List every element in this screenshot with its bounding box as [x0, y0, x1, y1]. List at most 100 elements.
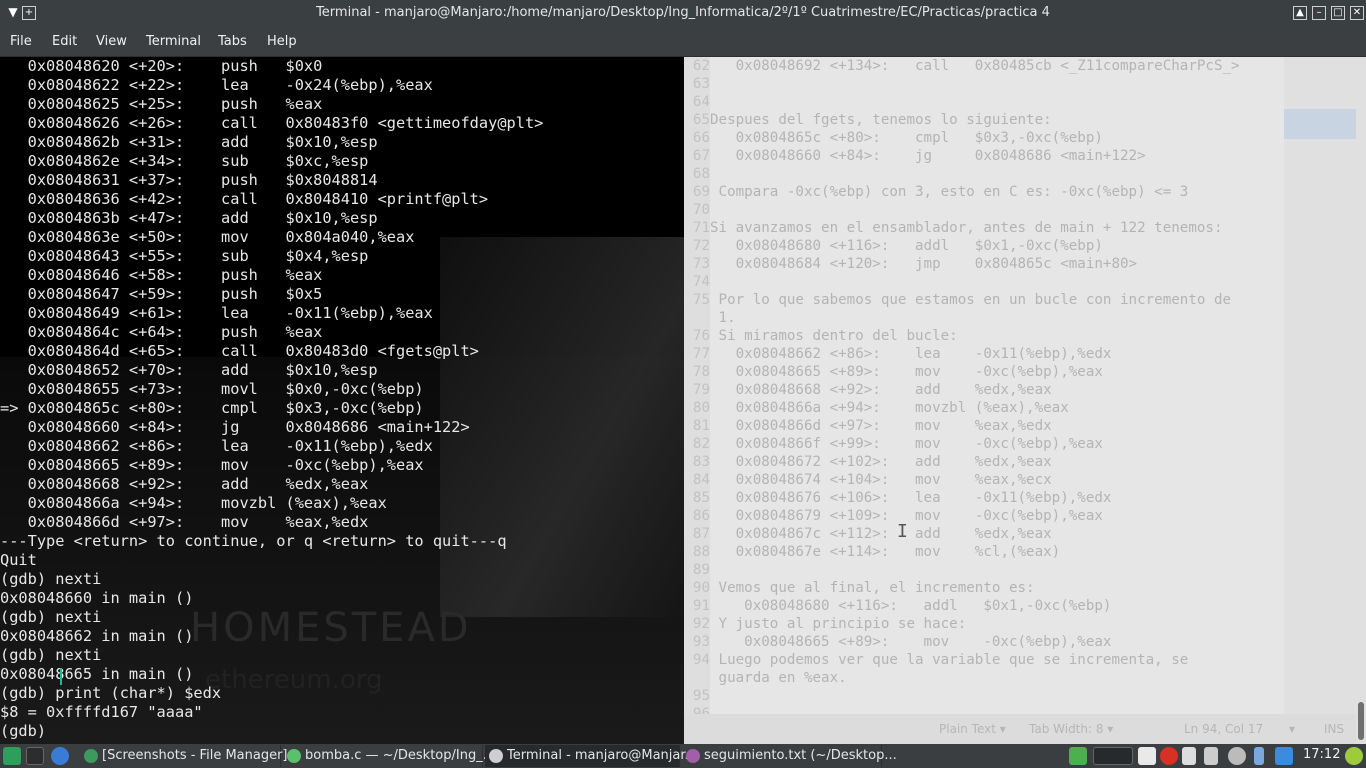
editor-line: 95	[684, 687, 1284, 705]
line-number: 93	[692, 634, 710, 650]
menu-file[interactable]: File	[10, 34, 32, 49]
line-number: 71	[692, 220, 710, 236]
window-title: Terminal - manjaro@Manjaro:/home/manjaro…	[316, 5, 1050, 20]
task-terminal[interactable]: Terminal - manjaro@Manjar...	[485, 745, 697, 767]
terminal-line: 0x08048625 <+25>: push %eax	[0, 95, 323, 113]
wallpaper-text: HOMESTEAD	[190, 605, 472, 651]
terminal-launcher-icon[interactable]	[26, 747, 44, 765]
terminal-line: 0x0804863e <+50>: mov 0x804a040,%eax	[0, 228, 415, 246]
manjaro-menu-icon[interactable]	[3, 747, 21, 765]
editor-line: 90 Vemos que al final, el incremento es:	[684, 579, 1284, 597]
task-label: seguimiento.txt (~/Desktop...	[704, 748, 897, 763]
line-text: 0x08048674 <+104>: mov %eax,%ecx	[710, 472, 1052, 488]
tray-settings-icon[interactable]	[1228, 747, 1246, 765]
close-icon[interactable]: ✕	[1350, 6, 1364, 20]
menu-terminal[interactable]: Terminal	[146, 34, 201, 49]
editor-line: 86 0x08048679 <+109>: mov -0xc(%ebp),%ea…	[684, 507, 1284, 525]
terminal-line: 0x08048646 <+58>: push %eax	[0, 266, 323, 284]
line-text: Y justo al principio se hace:	[710, 616, 967, 632]
terminal-line: 0x0804864c <+64>: push %eax	[0, 323, 323, 341]
editor-line: 66 0x0804865c <+80>: cmpl $0x3,-0xc(%ebp…	[684, 129, 1284, 147]
line-number: 68	[692, 166, 710, 182]
menu-view[interactable]: View	[96, 34, 127, 49]
tray-clipboard-icon[interactable]	[1138, 747, 1156, 765]
terminal-cursor	[60, 668, 62, 685]
minimize-icon[interactable]: –	[1312, 6, 1326, 20]
tray-folder-icon[interactable]	[1069, 747, 1087, 765]
line-text: 0x08048660 <+84>: jg 0x8048686 <main+122…	[710, 148, 1146, 164]
mode-selector[interactable]: ▾	[1289, 722, 1295, 736]
editor-line: 80 0x0804866a <+94>: movzbl (%eax),%eax	[684, 399, 1284, 417]
line-text: 0x0804866a <+94>: movzbl (%eax),%eax	[710, 400, 1069, 416]
minimap-viewport-highlight[interactable]	[1284, 109, 1356, 139]
line-number: 70	[692, 202, 710, 218]
tray-network-icon[interactable]	[1182, 747, 1196, 765]
task-seguimiento[interactable]: seguimiento.txt (~/Desktop...	[682, 745, 897, 767]
clock[interactable]: 17:12	[1303, 747, 1340, 762]
tray-mail-icon[interactable]	[1160, 747, 1178, 765]
terminal-line: 0x08048665 in main ()	[0, 665, 194, 683]
terminal-line: 0x0804863b <+47>: add $0x10,%esp	[0, 209, 378, 227]
line-text: 1.	[710, 310, 736, 326]
task-file-manager[interactable]: [Screenshots - File Manager]	[80, 745, 288, 767]
tray-volume-mute-icon[interactable]	[1204, 747, 1218, 765]
editor-line: 85 0x08048676 <+106>: lea -0x11(%ebp),%e…	[684, 489, 1284, 507]
line-number: 67	[692, 148, 710, 164]
menu-tabs[interactable]: Tabs	[218, 34, 247, 49]
line-text: 0x08048676 <+106>: lea -0x11(%ebp),%edx	[710, 490, 1112, 506]
taskbar: [Screenshots - File Manager] bomba.c — ~…	[0, 744, 1366, 768]
line-number: 77	[692, 346, 710, 362]
menu-help[interactable]: Help	[267, 34, 297, 49]
line-text: 0x08048665 <+89>: mov -0xc(%ebp),%eax	[710, 364, 1103, 380]
terminal-line: 0x08048655 <+73>: movl $0x0,-0xc(%ebp)	[0, 380, 424, 398]
line-text: 0x0804867e <+114>: mov %cl,(%eax)	[710, 544, 1061, 560]
editor-line: guarda en %eax.	[684, 669, 1284, 687]
terminal-line: $8 = 0xffffd167 "aaaa"	[0, 703, 203, 721]
line-text: 0x08048672 <+102>: add %edx,%eax	[710, 454, 1052, 470]
wallpaper-shape	[440, 237, 684, 617]
terminal-line: (gdb)	[0, 722, 56, 740]
tray-battery-icon[interactable]	[1254, 747, 1264, 765]
task-bomba-c[interactable]: bomba.c — ~/Desktop/Ing_...	[283, 745, 495, 767]
tray-terminal-icon[interactable]	[1093, 747, 1133, 765]
terminal-line: 0x08048662 in main ()	[0, 627, 194, 645]
line-number: 73	[692, 256, 710, 272]
editor-line: 76 Si miramos dentro del bucle:	[684, 327, 1284, 345]
menu-edit[interactable]: Edit	[52, 34, 77, 49]
editor-line: 75 Por lo que sabemos que estamos en un …	[684, 291, 1284, 309]
tray-notes-icon[interactable]	[1275, 747, 1293, 765]
editor-line: 79 0x08048668 <+92>: add %edx,%eax	[684, 381, 1284, 399]
terminal-scrollbar-thumb[interactable]	[1358, 702, 1364, 740]
editor-line: 93 0x08048665 <+89>: mov -0xc(%ebp),%eax	[684, 633, 1284, 651]
terminal-line: 0x0804862e <+34>: sub $0xc,%esp	[0, 152, 369, 170]
line-number: 91	[692, 598, 710, 614]
line-text: Luego podemos ver que la variable que se…	[710, 652, 1189, 668]
editor-minimap[interactable]	[1284, 57, 1356, 744]
terminal-line: 0x08048660 <+84>: jg 0x8048686 <main+122…	[0, 418, 470, 436]
tray-update-icon[interactable]	[1345, 747, 1363, 765]
editor-line: 73 0x08048684 <+120>: jmp 0x804865c <mai…	[684, 255, 1284, 273]
shade-icon[interactable]: ▲	[1293, 6, 1307, 20]
line-number: 62	[692, 58, 710, 74]
line-number: 82	[692, 436, 710, 452]
terminal-line: 0x08048652 <+70>: add $0x10,%esp	[0, 361, 378, 379]
line-text: 0x08048684 <+120>: jmp 0x804865c <main+8…	[710, 256, 1138, 272]
line-text: Vemos que al final, el incremento es:	[710, 580, 1035, 596]
editor-line: 81 0x0804866d <+97>: mov %eax,%edx	[684, 417, 1284, 435]
terminal-line: 0x08048668 <+92>: add %edx,%eax	[0, 475, 369, 493]
mouse-ibeam-cursor: I	[897, 521, 908, 542]
background-text-editor[interactable]: 62 0x08048692 <+134>: call 0x80485cb <_Z…	[684, 57, 1366, 744]
maximize-icon[interactable]: □	[1331, 6, 1345, 20]
editor-line: 62 0x08048692 <+134>: call 0x80485cb <_Z…	[684, 57, 1284, 75]
window-titlebar[interactable]: ▼ + Terminal - manjaro@Manjaro:/home/man…	[0, 0, 1366, 28]
line-number: 76	[692, 328, 710, 344]
line-number: 85	[692, 490, 710, 506]
tab-width-selector[interactable]: Tab Width: 8 ▾	[1029, 722, 1113, 736]
line-number: 90	[692, 580, 710, 596]
terminal-scrollbar[interactable]	[1356, 57, 1366, 744]
line-text: Por lo que sabemos que estamos en un buc…	[710, 292, 1232, 308]
terminal-view[interactable]: HOMESTEAD ethereum.org 0x08048620 <+20>:…	[0, 57, 684, 744]
syntax-selector[interactable]: Plain Text ▾	[939, 722, 1006, 736]
editor-line: 84 0x08048674 <+104>: mov %eax,%ecx	[684, 471, 1284, 489]
browser-launcher-icon[interactable]	[51, 747, 69, 765]
